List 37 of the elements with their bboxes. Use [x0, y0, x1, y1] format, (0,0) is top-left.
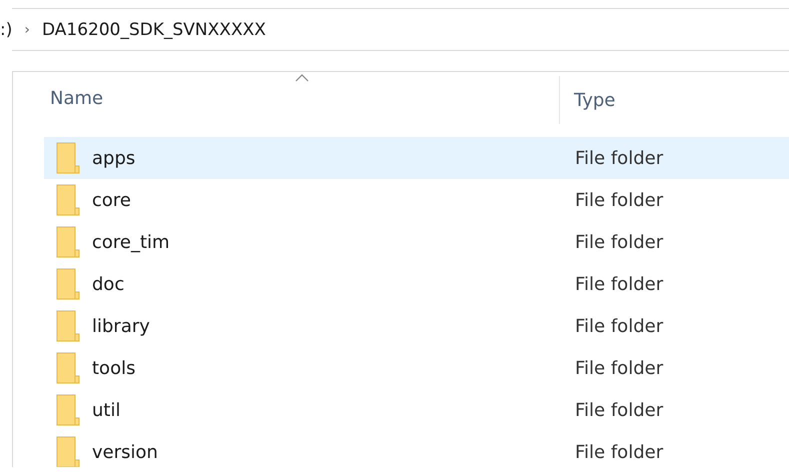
file-name[interactable]: version: [92, 442, 158, 462]
file-type: File folder: [574, 358, 664, 378]
file-name[interactable]: doc: [92, 274, 124, 294]
file-type: File folder: [574, 190, 664, 210]
file-name[interactable]: core_tim: [92, 232, 170, 252]
file-name[interactable]: library: [92, 316, 150, 336]
folder-icon: [56, 394, 80, 426]
file-row[interactable]: tools File folder: [44, 347, 789, 389]
column-header[interactable]: Name: [44, 72, 559, 124]
folder-icon: [56, 226, 80, 258]
column-header[interactable]: Type: [559, 76, 789, 124]
folder-icon: [56, 436, 80, 467]
folder-icon: [56, 184, 80, 216]
file-row[interactable]: util File folder: [44, 389, 789, 431]
file-row[interactable]: doc File folder: [44, 263, 789, 305]
file-type: File folder: [574, 442, 664, 462]
file-type: File folder: [574, 148, 664, 168]
folder-icon: [56, 352, 80, 384]
chevron-separator[interactable]: ›: [24, 22, 30, 38]
file-name[interactable]: core: [92, 190, 131, 210]
folder-icon: [56, 142, 80, 174]
file-name[interactable]: tools: [92, 358, 136, 378]
file-row[interactable]: core File folder: [44, 179, 789, 221]
folder-icon: [56, 310, 80, 342]
file-type: File folder: [574, 232, 664, 252]
file-type: File folder: [574, 316, 664, 336]
file-row[interactable]: version File folder: [44, 431, 789, 467]
file-row[interactable]: core_tim File folder: [44, 221, 789, 263]
file-name[interactable]: apps: [92, 148, 136, 168]
file-type: File folder: [574, 400, 664, 420]
breadcrumb-item[interactable]: DA16200_SDK_SVNXXXXX: [42, 20, 266, 40]
file-row[interactable]: library File folder: [44, 305, 789, 347]
file-row[interactable]: apps File folder: [44, 137, 789, 179]
folder-icon: [56, 268, 80, 300]
file-type: File folder: [574, 274, 664, 294]
breadcrumb-item[interactable]: :): [0, 20, 12, 40]
file-name[interactable]: util: [92, 400, 120, 420]
